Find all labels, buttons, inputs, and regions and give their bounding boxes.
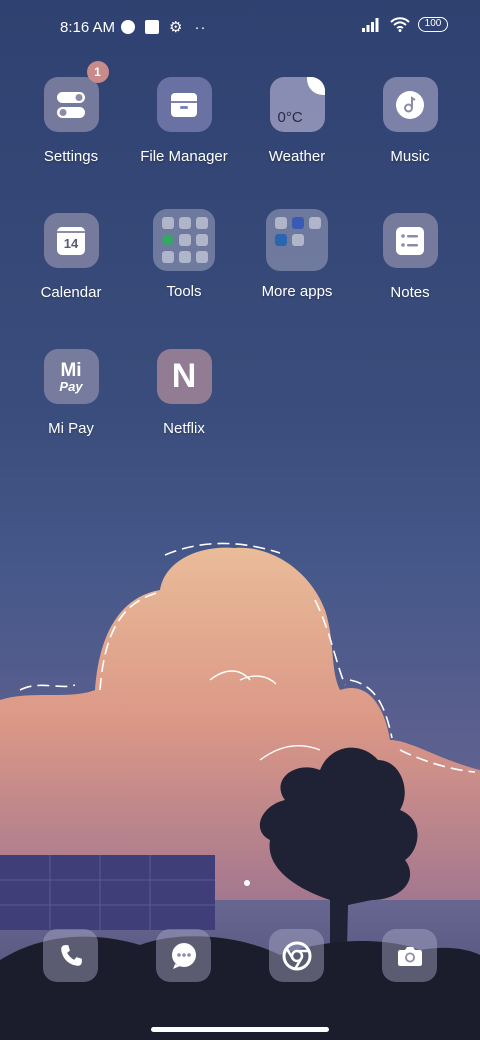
- more-icon: ··: [194, 18, 207, 36]
- home-indicator[interactable]: [151, 1027, 329, 1032]
- app-label: Calendar: [40, 284, 102, 301]
- folder-icon: [266, 209, 328, 271]
- vpn-icon: [121, 20, 136, 34]
- settings-toggle-icon: 1: [43, 61, 109, 132]
- mi-pay-logo-top: Mi: [60, 359, 82, 381]
- netflix-logo: N: [171, 357, 197, 395]
- app-netflix[interactable]: N Netflix: [129, 349, 239, 437]
- wifi-icon: [390, 17, 410, 32]
- app-music[interactable]: Music: [355, 77, 465, 165]
- app-calendar[interactable]: 14 Calendar: [16, 213, 126, 301]
- weather-icon: 0°C: [269, 77, 325, 132]
- page-indicator: [244, 880, 250, 886]
- app-label: Settings: [43, 148, 99, 165]
- battery-indicator: 100: [418, 17, 448, 32]
- status-time: 8:16 AM: [60, 18, 116, 36]
- app-weather[interactable]: 0°C Weather: [242, 77, 352, 165]
- status-bar: 8:16 AM ⚙ ·· 100: [0, 0, 480, 56]
- music-icon: [382, 77, 438, 132]
- mi-pay-logo-bottom: Pay: [59, 378, 83, 394]
- weather-temperature: 0°C: [277, 109, 303, 126]
- mi-pay-icon: Mi Pay: [43, 349, 99, 404]
- app-label: Notes: [390, 284, 430, 301]
- app-label: Mi Pay: [48, 420, 94, 437]
- phone-icon[interactable]: [43, 929, 98, 982]
- building: [0, 855, 215, 930]
- notification-badge: 1: [86, 61, 109, 83]
- app-label: Weather: [268, 148, 326, 165]
- camera-icon[interactable]: [382, 929, 437, 982]
- app-label: Tools: [166, 283, 202, 300]
- app-notes[interactable]: Notes: [355, 213, 465, 301]
- app-mi-pay[interactable]: Mi Pay Mi Pay: [16, 349, 126, 437]
- app-file-manager[interactable]: File Manager: [129, 77, 239, 165]
- notification-square-icon: [145, 20, 160, 34]
- notes-icon: [382, 213, 438, 268]
- signal-icon: [362, 17, 379, 32]
- folder-more-apps[interactable]: More apps: [242, 209, 352, 300]
- app-label: Netflix: [163, 420, 205, 437]
- folder-icon: [153, 209, 215, 271]
- app-label: Music: [390, 148, 430, 165]
- file-manager-icon: [156, 77, 212, 132]
- app-label: File Manager: [140, 148, 228, 165]
- app-label: More apps: [261, 283, 333, 300]
- calendar-date: 14: [63, 235, 79, 251]
- chrome-icon[interactable]: [269, 929, 324, 982]
- calendar-icon: 14: [43, 213, 99, 268]
- gear-icon: ⚙: [169, 19, 183, 36]
- message-icon[interactable]: [156, 929, 211, 982]
- app-settings[interactable]: 1 Settings: [16, 61, 126, 165]
- netflix-icon: N: [156, 349, 212, 404]
- folder-tools[interactable]: Tools: [129, 209, 239, 300]
